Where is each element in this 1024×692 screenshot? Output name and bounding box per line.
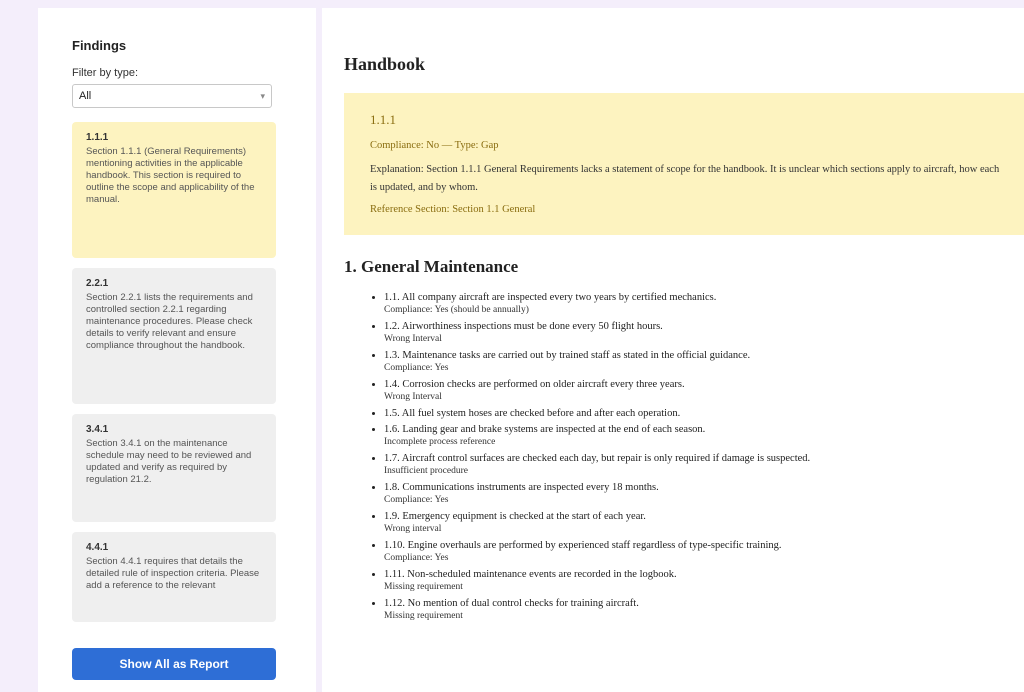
item-text: 1.5. All fuel system hoses are checked b…: [384, 408, 681, 419]
callout-reference: Reference Section: Section 1.1 General: [370, 204, 536, 215]
chevron-down-icon: ▾: [260, 90, 265, 101]
item-text: 1.12. No mention of dual control checks …: [384, 598, 639, 609]
list-item: 1.6. Landing gear and brake systems are …: [384, 423, 1024, 449]
callout-id: 1.1.1: [370, 112, 396, 127]
findings-sidebar: Findings Filter by type: All ▾ 1.1.1 Sec…: [38, 8, 316, 692]
item-status: Compliance: Yes: [384, 495, 449, 505]
list-item: 1.12. No mention of dual control checks …: [384, 597, 1024, 623]
list-item: 1.11. Non-scheduled maintenance events a…: [384, 568, 1024, 594]
item-text: 1.2. Airworthiness inspections must be d…: [384, 321, 663, 332]
show-all-report-button[interactable]: Show All as Report: [72, 648, 276, 680]
item-status: Missing requirement: [384, 582, 463, 592]
item-status: Compliance: Yes (should be annually): [384, 305, 529, 315]
findings-title: Findings: [72, 38, 127, 53]
item-text: 1.8. Communications instruments are insp…: [384, 482, 659, 493]
finding-card[interactable]: 2.2.1 Section 2.2.1 lists the requiremen…: [72, 268, 276, 404]
item-text: 1.1. All company aircraft are inspected …: [384, 292, 717, 303]
item-text: 1.7. Aircraft control surfaces are check…: [384, 453, 811, 464]
callout-explanation: Explanation: Section 1.1.1 General Requi…: [370, 164, 1000, 193]
item-text: 1.6. Landing gear and brake systems are …: [384, 424, 706, 435]
finding-card-id: 3.4.1: [86, 424, 109, 435]
maintenance-list: 1.1. All company aircraft are inspected …: [344, 291, 1024, 623]
item-status: Compliance: Yes: [384, 553, 449, 563]
finding-card-text: Section 2.2.1 lists the requirements and…: [86, 292, 253, 351]
item-text: 1.10. Engine overhauls are performed by …: [384, 540, 782, 551]
list-item: 1.8. Communications instruments are insp…: [384, 481, 1024, 507]
finding-card-text: Section 4.4.1 requires that details the …: [86, 556, 260, 591]
item-text: 1.9. Emergency equipment is checked at t…: [384, 511, 646, 522]
finding-card[interactable]: 3.4.1 Section 3.4.1 on the maintenance s…: [72, 414, 276, 522]
finding-card-id: 2.2.1: [86, 278, 109, 289]
item-status: Wrong Interval: [384, 334, 442, 344]
item-status: Compliance: Yes: [384, 363, 449, 373]
list-item: 1.3. Maintenance tasks are carried out b…: [384, 349, 1024, 375]
item-text: 1.4. Corrosion checks are performed on o…: [384, 379, 685, 390]
section-title: 1. General Maintenance: [344, 257, 519, 276]
item-text: 1.3. Maintenance tasks are carried out b…: [384, 350, 751, 361]
list-item: 1.1. All company aircraft are inspected …: [384, 291, 1024, 317]
item-status: Incomplete process reference: [384, 437, 496, 447]
callout-compliance: Compliance: No — Type: Gap: [370, 140, 499, 151]
list-item: 1.4. Corrosion checks are performed on o…: [384, 378, 1024, 404]
finding-callout: 1.1.1 Compliance: No — Type: Gap Explana…: [344, 93, 1024, 235]
finding-card[interactable]: 4.4.1 Section 4.4.1 requires that detail…: [72, 532, 276, 622]
finding-card-text: Section 3.4.1 on the maintenance schedul…: [86, 438, 252, 485]
filter-label: Filter by type:: [72, 67, 139, 79]
item-status: Missing requirement: [384, 611, 463, 621]
list-item: 1.2. Airworthiness inspections must be d…: [384, 320, 1024, 346]
item-text: 1.11. Non-scheduled maintenance events a…: [384, 569, 677, 580]
filter-select-value: All: [79, 90, 92, 102]
item-status: Insufficient procedure: [384, 466, 468, 476]
finding-card-id: 1.1.1: [86, 132, 109, 143]
finding-card-id: 4.4.1: [86, 542, 109, 553]
filter-type-select[interactable]: All ▾: [72, 84, 272, 108]
list-item: 1.5. All fuel system hoses are checked b…: [384, 407, 1024, 420]
list-item: 1.9. Emergency equipment is checked at t…: [384, 510, 1024, 536]
finding-card[interactable]: 1.1.1 Section 1.1.1 (General Requirement…: [72, 122, 276, 258]
list-item: 1.10. Engine overhauls are performed by …: [384, 539, 1024, 565]
item-status: Wrong interval: [384, 524, 442, 534]
page-title: Handbook: [344, 54, 426, 74]
handbook-panel: Handbook 1.1.1 Compliance: No — Type: Ga…: [322, 8, 1024, 692]
list-item: 1.7. Aircraft control surfaces are check…: [384, 452, 1024, 478]
item-status: Wrong Interval: [384, 392, 442, 402]
finding-card-text: Section 1.1.1 (General Requirements) men…: [86, 146, 255, 205]
